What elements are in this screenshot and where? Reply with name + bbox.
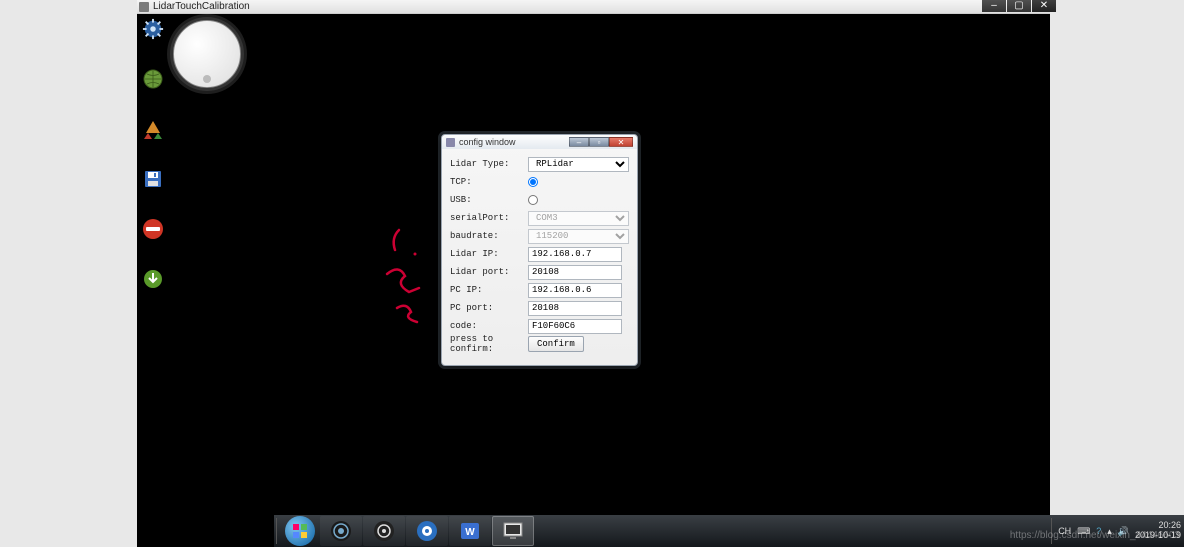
pc-ip-input[interactable] bbox=[528, 283, 622, 298]
close-button[interactable]: ✕ bbox=[1032, 0, 1056, 12]
pc-port-label: PC port: bbox=[450, 303, 528, 313]
gear-icon[interactable] bbox=[142, 18, 164, 40]
baudrate-label: baudrate: bbox=[450, 231, 528, 241]
main-window: LidarTouchCalibration – ▢ ✕ bbox=[137, 0, 1050, 547]
start-button[interactable] bbox=[285, 516, 315, 546]
baudrate-select[interactable]: 115200 bbox=[528, 229, 629, 244]
taskbar-item-wps[interactable]: W bbox=[449, 516, 491, 546]
dialog-icon bbox=[446, 138, 455, 147]
dialog-title: config window bbox=[459, 137, 516, 147]
dialog-body: Lidar Type: RPLidar TCP: USB: serialPort… bbox=[442, 149, 637, 359]
taskbar-item-app[interactable] bbox=[406, 516, 448, 546]
lidar-ip-label: Lidar IP: bbox=[450, 249, 528, 259]
download-icon[interactable] bbox=[142, 268, 164, 290]
minimize-button[interactable]: – bbox=[982, 0, 1006, 12]
svg-text:W: W bbox=[465, 527, 475, 538]
tcp-radio[interactable] bbox=[528, 177, 538, 187]
globe-icon[interactable] bbox=[142, 68, 164, 90]
dialog-close-button[interactable]: ✕ bbox=[609, 137, 633, 147]
dialog-titlebar[interactable]: config window – ▫ ✕ bbox=[442, 135, 637, 149]
pc-port-input[interactable] bbox=[528, 301, 622, 316]
taskbar-item-lidar-app[interactable] bbox=[492, 516, 534, 546]
usb-label: USB: bbox=[450, 195, 528, 205]
lidar-type-label: Lidar Type: bbox=[450, 159, 528, 169]
dialog-minimize-button[interactable]: – bbox=[569, 137, 589, 147]
confirm-button[interactable]: Confirm bbox=[528, 336, 584, 352]
lidar-port-input[interactable] bbox=[528, 265, 622, 280]
tcp-label: TCP: bbox=[450, 177, 528, 187]
lidar-type-select[interactable]: RPLidar bbox=[528, 157, 629, 172]
left-dock bbox=[137, 18, 164, 290]
maximize-button[interactable]: ▢ bbox=[1007, 0, 1031, 12]
serial-port-label: serialPort: bbox=[450, 213, 528, 223]
save-icon[interactable] bbox=[142, 168, 164, 190]
dialog-maximize-button[interactable]: ▫ bbox=[589, 137, 609, 147]
config-dialog: config window – ▫ ✕ Lidar Type: RPLidar … bbox=[441, 134, 638, 366]
titlebar: LidarTouchCalibration – ▢ ✕ bbox=[137, 0, 1050, 14]
apps-icon[interactable] bbox=[142, 118, 164, 140]
app-icon bbox=[139, 2, 149, 12]
code-input[interactable] bbox=[528, 319, 622, 334]
pc-ip-label: PC IP: bbox=[450, 285, 528, 295]
watermark: https://blog.csdn.net/weixin_44446603 bbox=[1010, 530, 1180, 541]
lidar-ip-input[interactable] bbox=[528, 247, 622, 262]
taskbar-item-obs[interactable] bbox=[363, 516, 405, 546]
confirm-hint-label: press to confirm: bbox=[450, 334, 528, 354]
no-entry-icon[interactable] bbox=[142, 218, 164, 240]
usb-radio[interactable] bbox=[528, 195, 538, 205]
window-title: LidarTouchCalibration bbox=[153, 1, 250, 12]
annotation-marks bbox=[383, 226, 443, 346]
lidar-port-label: Lidar port: bbox=[450, 267, 528, 277]
serial-port-select[interactable]: COM3 bbox=[528, 211, 629, 226]
dial-control[interactable] bbox=[173, 20, 241, 88]
taskbar-item-browser[interactable] bbox=[320, 516, 362, 546]
code-label: code: bbox=[450, 321, 528, 331]
